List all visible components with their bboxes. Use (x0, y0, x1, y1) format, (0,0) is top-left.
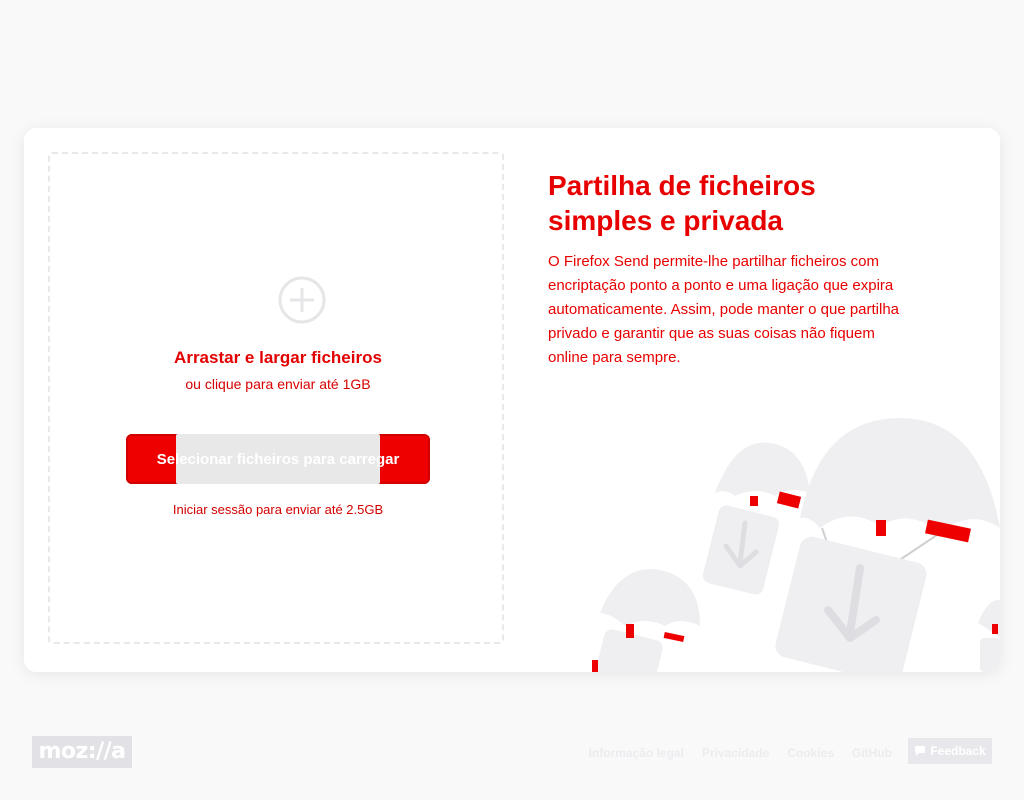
small-parachute-icon (592, 569, 700, 672)
footer: moz://a Informação legal Privacidade Coo… (0, 720, 1024, 800)
promo-title: Partilha de ficheiros simples e privada (548, 170, 816, 236)
footer-link-legal[interactable]: Informação legal (589, 746, 684, 760)
dropzone-subtitle: ou clique para enviar até 1GB (185, 376, 371, 392)
large-parachute-icon (775, 418, 1000, 672)
add-file-icon (278, 276, 326, 324)
signin-hint[interactable]: Iniciar sessão para enviar até 2.5GB (50, 502, 506, 517)
tiny-parachute-icon (978, 599, 1000, 672)
main-card: Arrastar e largar ficheiros ou clique pa… (24, 128, 1000, 672)
mozilla-logo[interactable]: moz://a (32, 736, 132, 768)
footer-link-cookies[interactable]: Cookies (787, 746, 834, 760)
select-files-button[interactable]: Selecionar ficheiros para carregar (126, 434, 430, 484)
upload-dropzone[interactable]: Arrastar e largar ficheiros ou clique pa… (48, 152, 504, 644)
feedback-button[interactable]: Feedback (908, 738, 992, 764)
footer-link-github[interactable]: GitHub (852, 746, 892, 760)
chat-bubble-icon (915, 746, 926, 756)
send-page: Arrastar e largar ficheiros ou clique pa… (0, 0, 1024, 800)
footer-link-privacy[interactable]: Privacidade (702, 746, 769, 760)
feedback-label: Feedback (930, 744, 986, 758)
select-files-label: Selecionar ficheiros para carregar (156, 450, 400, 468)
promo-section: Partilha de ficheiros simples e privada … (548, 168, 908, 370)
dropzone-title: Arrastar e largar ficheiros (174, 348, 382, 367)
parachute-files-illustration (592, 418, 1000, 672)
footer-links: Informação legal Privacidade Cookies Git… (589, 746, 892, 760)
promo-body: O Firefox Send permite-lhe partilhar fic… (548, 253, 900, 366)
